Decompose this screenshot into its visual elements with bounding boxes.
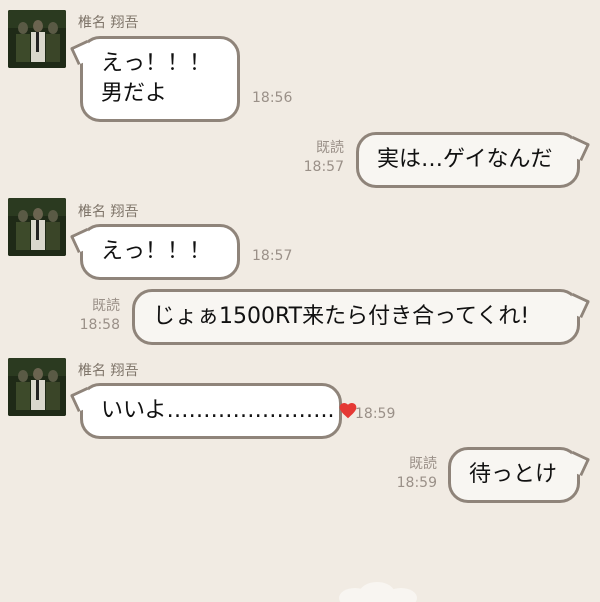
message-meta: 既読 18:59	[397, 453, 437, 491]
message-text: 男だよ	[101, 81, 168, 106]
read-receipt: 既読	[409, 456, 437, 472]
message-bubble[interactable]: えっ！！！ 男だよ	[80, 36, 240, 122]
message-text: 待っとけ	[469, 462, 558, 487]
message-text: えっ！！！	[101, 239, 212, 264]
read-receipt: 既読	[316, 140, 344, 156]
message-bubble[interactable]: いいよ…………………..	[80, 383, 356, 439]
message-text: じょぁ1500RT来たら付き合ってくれ!	[153, 304, 530, 329]
message-text: いいよ…………………..	[101, 396, 356, 426]
avatar[interactable]	[8, 10, 66, 68]
message-meta: 既読 18:57	[304, 137, 344, 175]
timestamp: 18:58	[79, 317, 120, 333]
heart-icon	[339, 403, 357, 419]
avatar[interactable]	[8, 358, 66, 416]
timestamp: 18:59	[355, 406, 396, 422]
chat-area[interactable]: 椎名 翔吾 えっ！！！ 男だよ 18:56 既読 18:57 実は…ゲイなんだ …	[0, 0, 600, 602]
message-bubble[interactable]: 待っとけ	[448, 447, 580, 503]
message-bubble[interactable]: じょぁ1500RT来たら付き合ってくれ!	[132, 289, 580, 345]
avatar-photo	[8, 198, 66, 256]
message-bubble[interactable]: えっ！！！	[80, 224, 240, 280]
timestamp: 18:57	[303, 159, 344, 175]
message-text: えっ！！！	[101, 51, 212, 76]
message-text: 実は…ゲイなんだ	[377, 147, 553, 172]
sender-name: 椎名 翔吾	[78, 15, 139, 31]
avatar-photo	[8, 358, 66, 416]
read-receipt: 既読	[92, 298, 120, 314]
timestamp: 18:59	[396, 475, 437, 491]
avatar[interactable]	[8, 198, 66, 256]
message-text-content: いいよ…………………..	[101, 398, 335, 423]
timestamp: 18:57	[252, 248, 293, 264]
avatar-photo	[8, 10, 66, 68]
sender-name: 椎名 翔吾	[78, 363, 139, 379]
message-bubble[interactable]: 実は…ゲイなんだ	[356, 132, 580, 188]
sender-name: 椎名 翔吾	[78, 204, 139, 220]
message-meta: 既読 18:58	[80, 295, 120, 333]
timestamp: 18:56	[252, 90, 293, 106]
cloud-decoration	[339, 582, 417, 602]
